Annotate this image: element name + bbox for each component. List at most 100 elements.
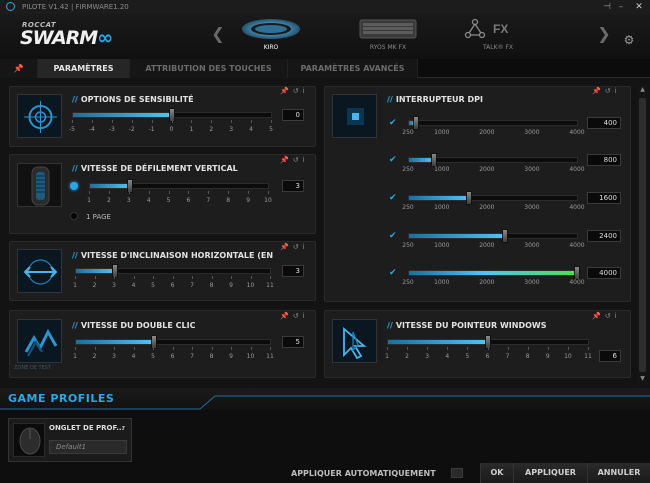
slider-track[interactable]: [408, 191, 578, 205]
dpi-5-value[interactable]: 4000: [587, 267, 621, 279]
apply-button[interactable]: APPLIQUER: [513, 463, 587, 483]
pointer-value[interactable]: 6: [599, 350, 621, 362]
scroll-up-icon[interactable]: ▲: [639, 86, 646, 96]
slider-tick: [128, 191, 130, 194]
slider-track[interactable]: [408, 266, 580, 280]
reset-icon[interactable]: ↺: [293, 156, 299, 164]
slider-knob[interactable]: [574, 266, 580, 280]
info-icon[interactable]: i: [303, 312, 305, 320]
scroll-page-radio[interactable]: [70, 212, 78, 220]
scroll-down-icon[interactable]: ▼: [639, 375, 646, 385]
profile-dropdown-icon[interactable]: ▾: [122, 424, 125, 431]
dpi-2-checkbox[interactable]: ✔: [389, 156, 398, 165]
slider-track[interactable]: [408, 153, 578, 167]
pin-icon[interactable]: 📌: [280, 243, 289, 251]
dblclick-slider[interactable]: 1 2 3 4 5 6 7 8 9 10 11: [73, 335, 274, 362]
reset-icon[interactable]: ↺: [293, 312, 299, 320]
reset-icon[interactable]: ↺: [293, 87, 299, 95]
dpi-5-slider[interactable]: 250 1000 2000 3000 4000: [402, 266, 585, 288]
dpi-1-value[interactable]: 400: [587, 117, 621, 129]
slider-tick-label: 4000: [569, 204, 585, 211]
htilt-value[interactable]: 3: [282, 265, 304, 277]
info-icon[interactable]: i: [615, 312, 617, 320]
close-button[interactable]: ✕: [632, 1, 646, 13]
reset-icon[interactable]: ↺: [605, 312, 611, 320]
slider-tick: [507, 347, 509, 350]
slider-track[interactable]: [408, 229, 578, 243]
dpi-3-value[interactable]: 1600: [587, 192, 621, 204]
pin-icon[interactable]: 📌: [280, 156, 289, 164]
ok-button[interactable]: OK: [480, 463, 513, 483]
vscroll-slider[interactable]: 1 2 3 4 5 6 7 8 9 10: [87, 179, 272, 206]
dblclick-title-text: VITESSE DU DOUBLE CLIC: [80, 321, 196, 330]
tab-pin-icon[interactable]: 📌: [0, 59, 38, 78]
dpi-4-checkbox[interactable]: ✔: [389, 232, 398, 241]
slider-tick-label: 10: [564, 353, 572, 360]
vscroll-value[interactable]: 3: [282, 180, 304, 192]
slider-tick: [211, 347, 213, 350]
scroll-lines-radio[interactable]: [70, 182, 78, 190]
reset-icon[interactable]: ↺: [293, 243, 299, 251]
pin-icon[interactable]: 📌: [280, 87, 289, 95]
tab-attribution-touches[interactable]: ATTRIBUTION DES TOUCHES: [130, 59, 288, 78]
slider-tick-label: 6: [170, 353, 175, 360]
scrollbar-thumb[interactable]: [639, 98, 646, 372]
pointer-slider[interactable]: 1 2 3 4 5 6 7 8 9 10 11: [385, 335, 592, 362]
info-icon[interactable]: i: [303, 156, 305, 164]
pin-window-button[interactable]: ⊣: [600, 1, 614, 13]
slider-tick-label: 6: [170, 282, 175, 289]
profile-tab[interactable]: ONGLET DE PROF... ▾ Default1: [8, 418, 132, 462]
device-ryos[interactable]: RYOS MK FX: [345, 18, 431, 51]
gear-icon[interactable]: ⚙: [622, 33, 636, 47]
reset-icon[interactable]: ↺: [605, 87, 611, 95]
dpi-2-slider[interactable]: 250 1000 2000 3000 4000: [402, 153, 585, 175]
auto-apply-toggle[interactable]: [451, 468, 463, 478]
info-icon[interactable]: i: [303, 87, 305, 95]
dblclick-value[interactable]: 5: [282, 336, 304, 348]
dpi-2-value[interactable]: 800: [587, 154, 621, 166]
slider-tick: [114, 276, 115, 279]
slider-tick-label: 2000: [479, 166, 495, 173]
slider-tick: [94, 347, 96, 350]
slider-knob[interactable]: [502, 229, 509, 243]
dpi-3-slider[interactable]: 250 1000 2000 3000 4000: [402, 191, 585, 213]
slider-track[interactable]: [408, 116, 578, 130]
profile-name-field[interactable]: Default1: [49, 440, 127, 454]
cancel-button[interactable]: ANNULER: [587, 463, 650, 483]
next-device-arrow[interactable]: ❯: [590, 18, 618, 50]
dpi-3-checkbox[interactable]: ✔: [389, 194, 398, 203]
slider-knob[interactable]: [430, 153, 437, 167]
dpi-4-value[interactable]: 2400: [587, 230, 621, 242]
slider-tick-label: 4000: [569, 129, 585, 136]
info-icon[interactable]: i: [303, 243, 305, 251]
dpi-1-checkbox[interactable]: ✔: [389, 119, 398, 128]
pin-icon[interactable]: 📌: [592, 312, 601, 320]
slider-tick-label: 10: [264, 197, 272, 204]
slider-tick-label: 7: [190, 282, 194, 289]
minimize-button[interactable]: –: [614, 1, 628, 13]
pin-icon[interactable]: 📌: [592, 87, 601, 95]
device-kiro[interactable]: KIRO: [228, 18, 314, 51]
slider-tick-label: 1000: [434, 242, 450, 249]
device-talk-fx[interactable]: FX TALK® FX: [455, 18, 541, 51]
dpi-4-slider[interactable]: 250 1000 2000 3000 4000: [402, 229, 585, 251]
slider-tick: [192, 276, 193, 279]
slider-tick: [168, 191, 170, 194]
htilt-slider[interactable]: 1 2 3 4 5 6 7 8 9 10 11: [73, 264, 274, 291]
sensitivity-slider[interactable]: -5 -4 -3 -2 -1 0 1 2 3 4 5: [69, 108, 273, 135]
dpi-5-checkbox[interactable]: ✔: [389, 269, 398, 278]
slider-tick-label: 1: [189, 126, 194, 133]
tab-parametres[interactable]: PARAMÈTRES: [38, 59, 130, 78]
slider-tick-label: -5: [69, 126, 75, 133]
slider-knob[interactable]: [412, 116, 419, 130]
dpi-1-slider[interactable]: 250 1000 2000 3000 4000: [402, 116, 585, 138]
tab-parametres-avances[interactable]: PARAMÈTRES AVANCÉS: [288, 59, 418, 78]
slider-tick-label: 2: [209, 126, 214, 133]
info-icon[interactable]: i: [615, 87, 617, 95]
test-zone-label[interactable]: ZONE DE TEST: [14, 365, 51, 371]
pin-icon[interactable]: 📌: [280, 312, 289, 320]
slider-knob[interactable]: [466, 191, 473, 205]
content-scrollbar[interactable]: ▲ ▼: [638, 86, 647, 386]
sensitivity-value[interactable]: 0: [282, 109, 304, 121]
slider-tick: [133, 276, 135, 279]
